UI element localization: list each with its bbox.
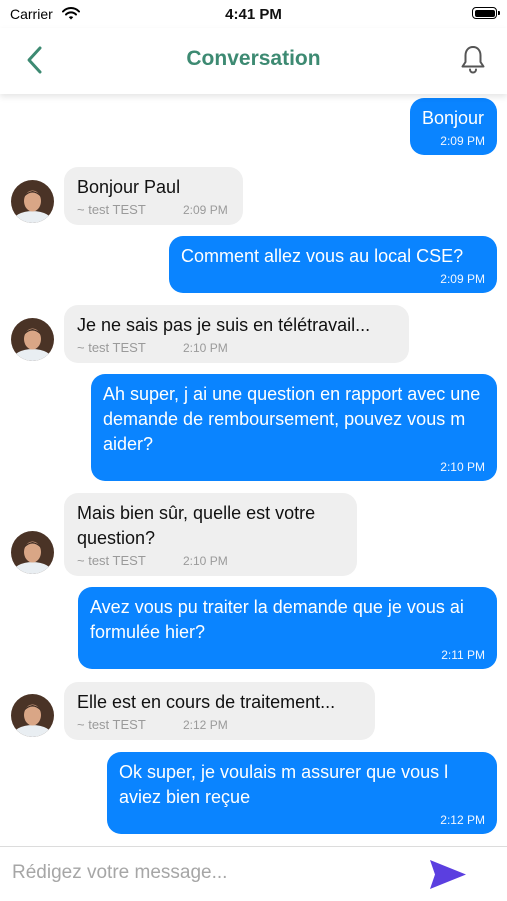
message-text: Je ne sais pas je suis en télétravail... bbox=[77, 315, 371, 335]
message-input[interactable] bbox=[12, 857, 402, 889]
message-time: 2:12 PM bbox=[440, 813, 485, 827]
navigation-bar: Conversation bbox=[0, 28, 507, 94]
message-text: Avez vous pu traiter la demande que je v… bbox=[90, 597, 464, 642]
message-text: Bonjour Paul bbox=[77, 177, 181, 197]
incoming-message[interactable]: Bonjour Paul ~ test TEST 2:09 PM bbox=[64, 167, 243, 225]
message-time: 2:09 PM bbox=[440, 272, 485, 286]
avatar bbox=[11, 318, 54, 361]
avatar bbox=[11, 180, 54, 223]
message-text: Bonjour bbox=[422, 108, 485, 128]
message-text: Elle est en cours de traitement... bbox=[77, 692, 336, 712]
message-author: ~ test TEST bbox=[77, 717, 146, 732]
send-icon[interactable] bbox=[428, 858, 468, 891]
message-time: 2:10 PM bbox=[440, 460, 485, 474]
status-time: 4:41 PM bbox=[225, 6, 282, 23]
message-text: Ok super, je voulais m assurer que vous … bbox=[119, 762, 449, 807]
outgoing-message[interactable]: Ok super, je voulais m assurer que vous … bbox=[107, 752, 497, 834]
avatar bbox=[11, 694, 54, 737]
message-text: Comment allez vous au local CSE? bbox=[181, 246, 464, 266]
outgoing-message[interactable]: Comment allez vous au local CSE? 2:09 PM bbox=[169, 236, 497, 293]
message-time: 2:12 PM bbox=[183, 718, 228, 732]
message-time: 2:09 PM bbox=[440, 134, 485, 148]
avatar bbox=[11, 531, 54, 574]
incoming-message[interactable]: Mais bien sûr, quelle est votre question… bbox=[64, 493, 357, 576]
message-text: Ah super, j ai une question en rapport a… bbox=[103, 384, 481, 454]
message-time: 2:11 PM bbox=[441, 648, 485, 662]
outgoing-message[interactable]: Avez vous pu traiter la demande que je v… bbox=[78, 587, 497, 669]
message-list[interactable]: Bonjour 2:09 PM Bonjour Paul ~ test TEST… bbox=[0, 94, 507, 846]
page-title: Conversation bbox=[186, 47, 321, 70]
outgoing-message[interactable]: Ah super, j ai une question en rapport a… bbox=[91, 374, 497, 481]
message-composer bbox=[0, 846, 507, 901]
message-author: ~ test TEST bbox=[77, 202, 146, 217]
incoming-message[interactable]: Elle est en cours de traitement... ~ tes… bbox=[64, 682, 375, 740]
message-time: 2:10 PM bbox=[183, 554, 228, 568]
status-bar: Carrier 4:41 PM bbox=[0, 0, 507, 28]
message-time: 2:10 PM bbox=[183, 341, 228, 355]
bell-icon[interactable] bbox=[459, 44, 487, 76]
message-time: 2:09 PM bbox=[183, 203, 228, 217]
battery-icon bbox=[472, 7, 500, 19]
message-text: Mais bien sûr, quelle est votre question… bbox=[77, 503, 316, 548]
message-author: ~ test TEST bbox=[77, 340, 146, 355]
message-author: ~ test TEST bbox=[77, 553, 146, 568]
outgoing-message[interactable]: Bonjour 2:09 PM bbox=[410, 98, 497, 155]
incoming-message[interactable]: Je ne sais pas je suis en télétravail...… bbox=[64, 305, 409, 363]
